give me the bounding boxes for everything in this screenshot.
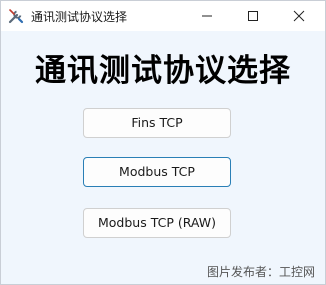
modbus-tcp-button[interactable]: Modbus TCP bbox=[83, 157, 231, 187]
maximize-button[interactable] bbox=[231, 1, 277, 31]
close-button[interactable] bbox=[277, 1, 323, 31]
app-window: 通讯测试协议选择 通讯测试协议选择 Fins TCP Modbus TCP Mo… bbox=[0, 0, 326, 285]
window-title: 通讯测试协议选择 bbox=[31, 10, 128, 24]
close-icon bbox=[293, 10, 305, 22]
minimize-icon bbox=[202, 15, 212, 17]
watermark-text: 图片发布者：工控网 bbox=[206, 265, 315, 279]
title-bar[interactable]: 通讯测试协议选择 bbox=[1, 1, 325, 31]
maximize-icon bbox=[248, 11, 258, 21]
fins-tcp-button[interactable]: Fins TCP bbox=[83, 108, 231, 138]
minimize-button[interactable] bbox=[185, 1, 231, 31]
modbus-tcp-raw-button[interactable]: Modbus TCP (RAW) bbox=[83, 208, 231, 238]
tools-icon bbox=[7, 7, 25, 25]
page-title: 通讯测试协议选择 bbox=[35, 53, 291, 89]
